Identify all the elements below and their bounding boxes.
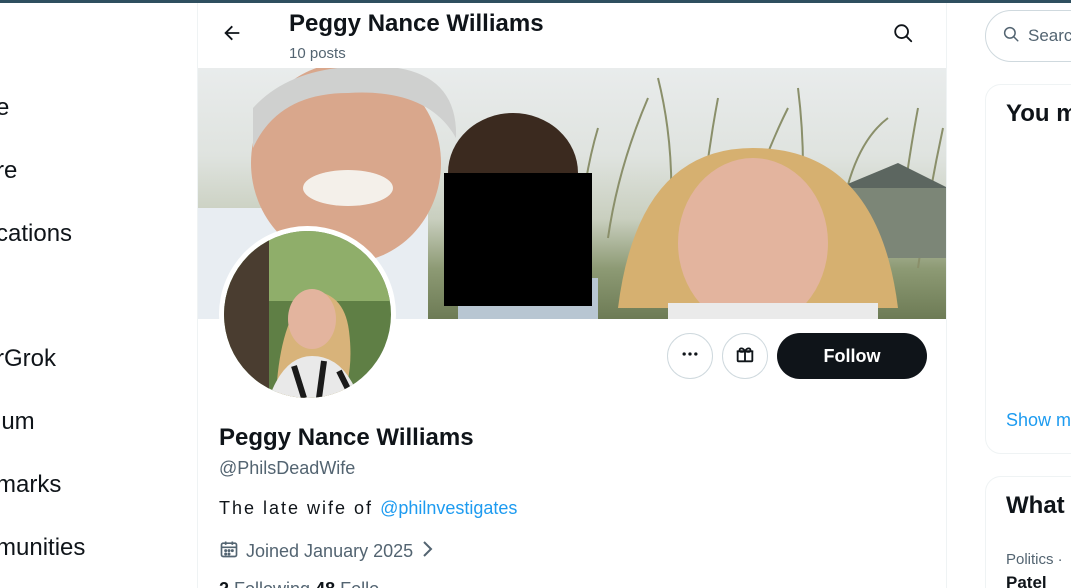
followers-count: 48 (315, 579, 335, 588)
right-sidebar: Searc You m Show m What Politics · Patel (948, 0, 1071, 588)
who-to-follow-title: You m (1006, 100, 1071, 127)
gift-button[interactable] (722, 333, 768, 379)
nav-item-grok[interactable]: rGrok (0, 345, 56, 373)
profile-header-bar: Peggy Nance Williams 10 posts (198, 3, 946, 67)
show-more-link[interactable]: Show m (1006, 410, 1071, 431)
gift-icon (734, 343, 756, 370)
trend-item[interactable]: Patel (1006, 573, 1047, 588)
chevron-right-icon[interactable] (420, 540, 434, 563)
profile-display-name: Peggy Nance Williams (219, 424, 474, 451)
bio-text: The late wife of (219, 498, 381, 518)
search-input[interactable]: Searc (985, 10, 1071, 62)
post-count: 10 posts (289, 45, 346, 62)
following-label: Following (229, 579, 315, 588)
bio-mention-link[interactable]: @philnvestigates (380, 498, 517, 518)
profile-bio: The late wife of @philnvestigates (219, 498, 517, 519)
profile-column: Peggy Nance Williams 10 posts Follow Peg… (197, 3, 947, 588)
following-link[interactable]: 2 Following (219, 579, 315, 588)
joined-text: Joined January 2025 (246, 541, 414, 561)
arrow-left-icon (221, 22, 243, 49)
page-title: Peggy Nance Williams (289, 10, 544, 37)
trends-title: What (1006, 492, 1065, 519)
followers-label: Follo (335, 579, 379, 588)
avatar[interactable] (219, 226, 396, 403)
nav-item-explore[interactable]: re (0, 157, 17, 185)
nav-item-home[interactable]: e (0, 94, 9, 122)
trends-card: What Politics · Patel (985, 476, 1071, 588)
joined-date: Joined January 2025 (219, 539, 434, 564)
following-count: 2 (219, 579, 229, 588)
calendar-icon (219, 539, 239, 564)
redaction-box (444, 173, 592, 306)
search-placeholder: Searc (1028, 26, 1071, 45)
followers-link[interactable]: 48 Follo (315, 579, 379, 588)
nav-item-bookmarks[interactable]: marks (0, 471, 61, 499)
search-icon (892, 22, 914, 49)
follow-button[interactable]: Follow (777, 333, 927, 379)
follow-counts: 2 Following 48 Follo (219, 579, 379, 588)
nav-item-communities[interactable]: munities (0, 534, 85, 562)
header-search-button[interactable] (888, 20, 918, 50)
more-options-button[interactable] (667, 333, 713, 379)
nav-item-notifications[interactable]: cations (0, 220, 72, 248)
trend-category: Politics · (1006, 551, 1063, 568)
more-horizontal-icon (680, 344, 700, 369)
back-button[interactable] (216, 19, 248, 51)
nav-item-premium[interactable]: ium (0, 408, 35, 436)
profile-handle: @PhilsDeadWife (219, 458, 356, 478)
left-navigation: e re cations rGrok ium marks munities (0, 0, 197, 588)
search-icon (1002, 25, 1020, 48)
who-to-follow-card: You m Show m (985, 84, 1071, 454)
